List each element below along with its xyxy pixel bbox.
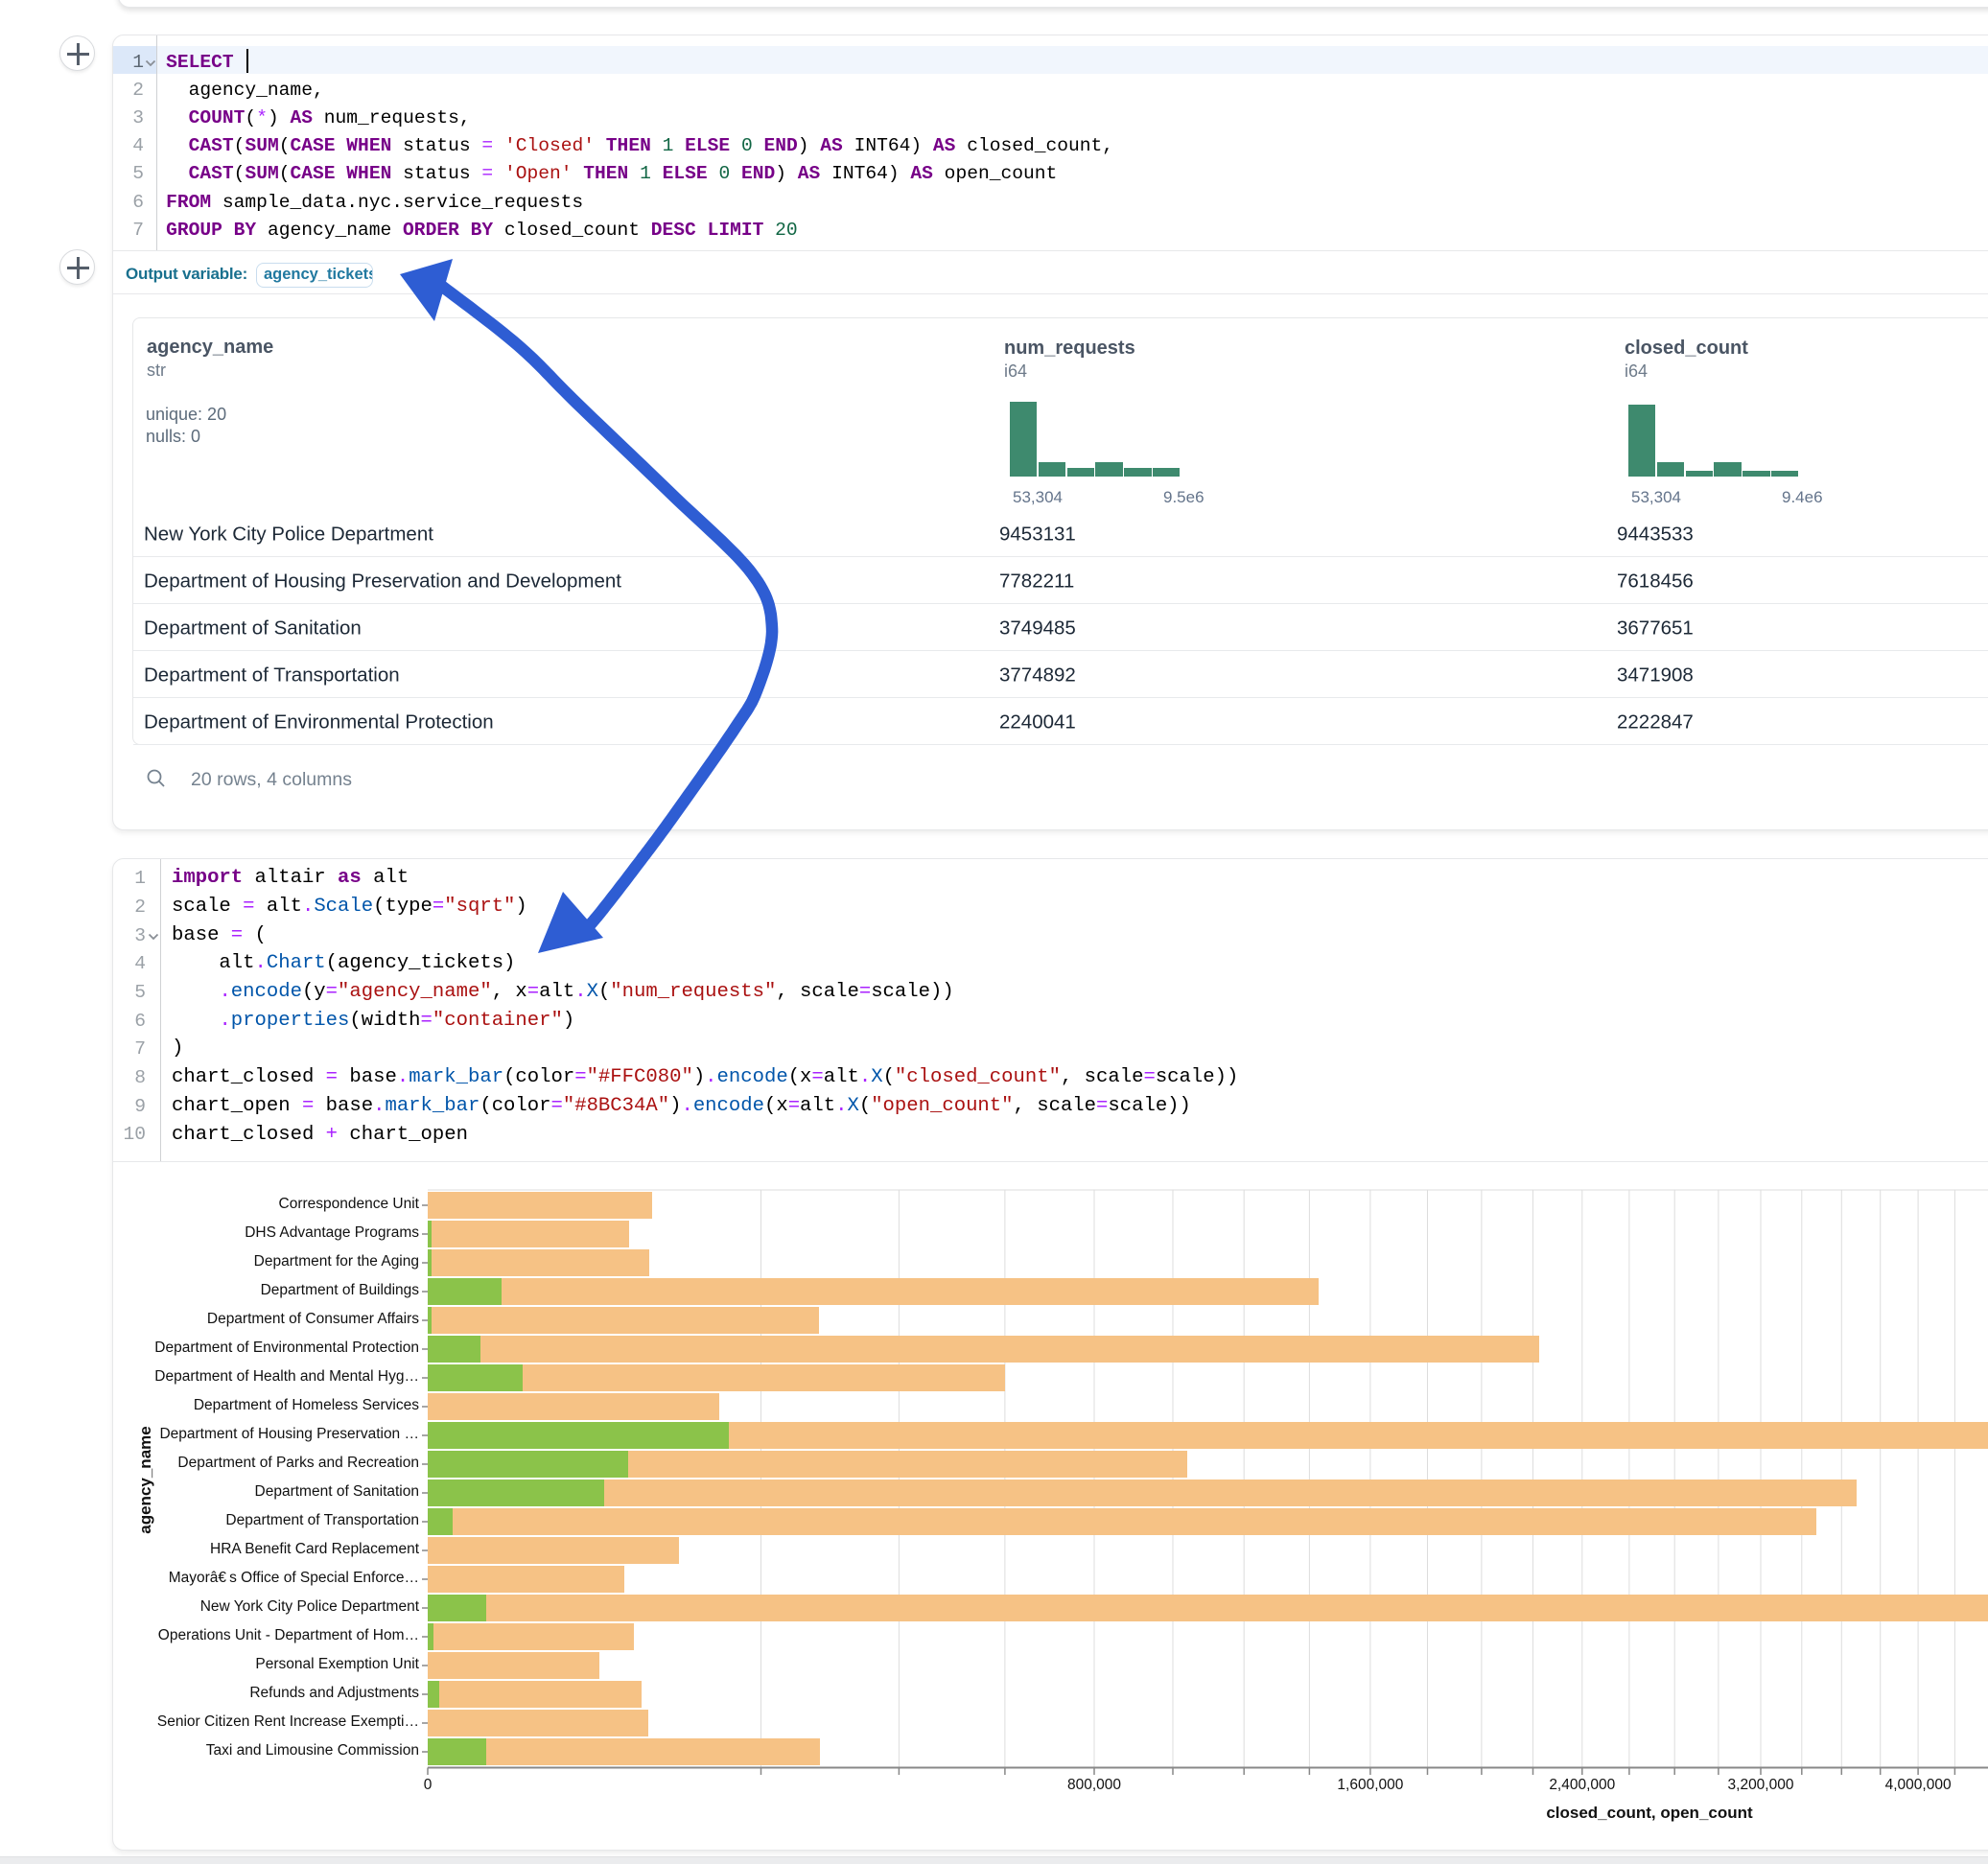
svg-text:Department of Transportation: Department of Transportation bbox=[225, 1512, 419, 1528]
svg-text:3,200,000: 3,200,000 bbox=[1728, 1777, 1794, 1793]
svg-text:Department of Buildings: Department of Buildings bbox=[261, 1282, 420, 1298]
svg-text:DHS Advantage Programs: DHS Advantage Programs bbox=[245, 1224, 419, 1241]
svg-text:closed_count, open_count: closed_count, open_count bbox=[1546, 1804, 1753, 1822]
svg-text:Operations Unit - Department o: Operations Unit - Department of Hom… bbox=[158, 1627, 419, 1643]
svg-text:Correspondence Unit: Correspondence Unit bbox=[279, 1196, 420, 1212]
svg-text:Department of Consumer Affairs: Department of Consumer Affairs bbox=[207, 1311, 419, 1327]
svg-text:agency_name: agency_name bbox=[136, 1426, 154, 1533]
svg-text:0: 0 bbox=[424, 1777, 433, 1793]
svg-text:Department of Environmental Pr: Department of Environmental Protection bbox=[154, 1340, 419, 1356]
svg-text:Senior Citizen Rent Increase E: Senior Citizen Rent Increase Exempti… bbox=[157, 1713, 419, 1730]
svg-text:Department for the Aging: Department for the Aging bbox=[254, 1253, 419, 1270]
svg-text:Department of Health and Menta: Department of Health and Mental Hyg… bbox=[154, 1368, 419, 1385]
svg-text:2,400,000: 2,400,000 bbox=[1549, 1777, 1615, 1793]
svg-text:Department of Parks and Recrea: Department of Parks and Recreation bbox=[177, 1455, 419, 1471]
svg-text:New York City Police Departmen: New York City Police Department bbox=[200, 1598, 420, 1615]
svg-text:Personal Exemption Unit: Personal Exemption Unit bbox=[255, 1656, 419, 1672]
svg-text:1,600,000: 1,600,000 bbox=[1337, 1777, 1403, 1793]
svg-text:800,000: 800,000 bbox=[1067, 1777, 1121, 1793]
svg-text:HRA Benefit Card Replacement: HRA Benefit Card Replacement bbox=[210, 1541, 420, 1557]
svg-text:Department of Homeless Service: Department of Homeless Services bbox=[194, 1397, 419, 1413]
svg-text:4,000,000: 4,000,000 bbox=[1885, 1777, 1952, 1793]
svg-text:Department of Housing Preserva: Department of Housing Preservation … bbox=[159, 1426, 419, 1442]
svg-text:Department of Sanitation: Department of Sanitation bbox=[255, 1483, 419, 1500]
svg-text:Taxi and Limousine Commission: Taxi and Limousine Commission bbox=[206, 1742, 419, 1759]
svg-text:Mayorâ€ s Office of Special En: Mayorâ€ s Office of Special Enforce… bbox=[169, 1570, 419, 1586]
svg-text:Refunds and Adjustments: Refunds and Adjustments bbox=[249, 1685, 419, 1701]
